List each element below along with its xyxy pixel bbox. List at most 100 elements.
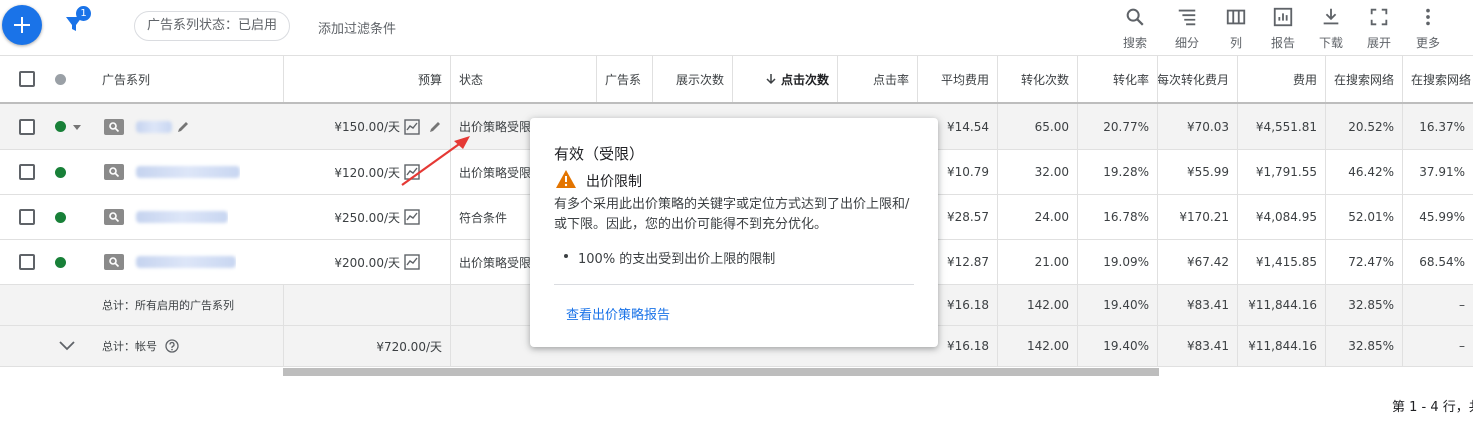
search-share-1-cell: 20.52%	[1325, 104, 1402, 149]
campaign-name-cell[interactable]	[104, 104, 190, 149]
row-checkbox[interactable]	[19, 254, 35, 270]
col-budget[interactable]: 预算	[283, 56, 450, 102]
status-popover: 有效（受限） 出价限制 有多个采用此出价策略的关键字或定位方式达到了出价上限和/…	[530, 118, 938, 347]
row-checkbox[interactable]	[19, 164, 35, 180]
more-vert-icon	[1426, 8, 1430, 26]
campaign-name-redacted	[136, 256, 236, 268]
budget-cell[interactable]: ¥200.00/天	[283, 240, 450, 284]
download-button[interactable]: 下载	[1309, 6, 1353, 51]
more-label: 更多	[1415, 36, 1440, 50]
search-share-2-cell: 37.91%	[1402, 150, 1473, 194]
status-cell[interactable]	[55, 104, 82, 149]
campaign-name-redacted	[136, 166, 240, 178]
enabled-dot	[55, 211, 66, 223]
total-budget-cell	[283, 285, 450, 325]
create-button[interactable]	[2, 5, 42, 45]
search-share-2-cell: 16.37%	[1402, 104, 1473, 149]
popover-description: 有多个采用此出价策略的关键字或定位方式达到了出价上限和/或下限。因此，您的出价可…	[554, 197, 910, 232]
columns-icon	[1226, 9, 1246, 25]
conv-rate-cell: 19.40%	[1077, 285, 1157, 325]
segment-button[interactable]: 细分	[1165, 6, 1209, 51]
col-status[interactable]: 状态	[450, 56, 596, 102]
conversions-cell: 142.00	[997, 285, 1077, 325]
col-clicks-label: 点击次数	[780, 72, 829, 87]
col-ad-type[interactable]: 广告系	[596, 56, 652, 102]
segment-icon	[1178, 9, 1196, 26]
bid-strategy-report-link[interactable]: 查看出价策略报告	[566, 304, 670, 323]
segment-label: 细分	[1174, 36, 1199, 50]
campaign-name-redacted	[136, 120, 172, 133]
add-filter-button[interactable]: 添加过滤条件	[318, 18, 396, 37]
edit-pencil-icon[interactable]	[176, 120, 190, 134]
row-checkbox-cell[interactable]	[19, 240, 35, 284]
help-circle-icon[interactable]	[165, 339, 179, 353]
col-conv-rate[interactable]: 转化率	[1077, 56, 1157, 102]
search-share-1-cell: 52.01%	[1325, 195, 1402, 239]
col-cost[interactable]: 费用	[1237, 56, 1325, 102]
row-checkbox-cell[interactable]	[19, 104, 35, 149]
row-checkbox-cell[interactable]	[19, 150, 35, 194]
search-label: 搜索	[1122, 36, 1147, 50]
budget-value: ¥120.00/天	[334, 165, 400, 180]
search-campaign-icon	[104, 209, 124, 225]
more-button[interactable]: 更多	[1406, 6, 1450, 51]
col-search-share-2[interactable]: 在搜索网络	[1402, 56, 1473, 102]
status-cell[interactable]	[55, 240, 66, 284]
row-checkbox[interactable]	[19, 209, 35, 225]
status-cell[interactable]	[55, 150, 66, 194]
total-account-cell: 总计：帐号	[102, 326, 179, 366]
cost-per-conv-cell: ¥55.99	[1157, 150, 1237, 194]
trend-chart-icon[interactable]	[404, 254, 420, 270]
expand-cell[interactable]	[58, 326, 76, 366]
status-cell[interactable]	[55, 195, 66, 239]
expand-button[interactable]: 展开	[1357, 6, 1401, 51]
campaign-name-cell[interactable]	[104, 150, 240, 194]
campaign-name-cell[interactable]	[104, 195, 228, 239]
horizontal-scrollbar[interactable]	[283, 368, 1159, 376]
columns-button[interactable]: 列	[1214, 6, 1258, 51]
search-button[interactable]: 搜索	[1113, 6, 1157, 51]
cost-per-conv-cell: ¥83.41	[1157, 285, 1237, 325]
download-label: 下载	[1318, 36, 1343, 50]
filter-chip-campaign-status[interactable]: 广告系列状态：已启用	[134, 11, 291, 41]
select-all-checkbox-cell[interactable]	[19, 56, 35, 102]
col-search-share-1[interactable]: 在搜索网络	[1325, 56, 1402, 102]
popover-subtitle: 出价限制	[586, 174, 642, 190]
trend-chart-icon[interactable]	[404, 209, 420, 225]
conv-rate-cell: 16.78%	[1077, 195, 1157, 239]
col-impressions[interactable]: 展示次数	[652, 56, 732, 102]
search-share-1-cell: 72.47%	[1325, 240, 1402, 284]
select-all-checkbox[interactable]	[19, 71, 35, 87]
col-avg-cost[interactable]: 平均费用	[917, 56, 997, 102]
chevron-down-icon[interactable]	[58, 340, 76, 352]
warning-icon	[556, 170, 576, 188]
col-cost-per-conv[interactable]: 每次转化费月	[1157, 56, 1237, 102]
row-checkbox[interactable]	[19, 118, 35, 135]
col-conversions[interactable]: 转化次数	[997, 56, 1077, 102]
campaign-name-cell[interactable]	[104, 240, 236, 284]
col-ctr[interactable]: 点击率	[837, 56, 917, 102]
cost-cell: ¥4,084.95	[1237, 195, 1325, 239]
sort-arrow-down-icon	[766, 74, 776, 85]
cost-cell: ¥11,844.16	[1237, 326, 1325, 366]
conv-rate-cell: 19.40%	[1077, 326, 1157, 366]
search-share-2-cell: –	[1402, 285, 1473, 325]
enabled-dot	[55, 121, 66, 132]
download-icon	[1323, 8, 1339, 25]
col-campaign[interactable]: 广告系列	[102, 56, 150, 102]
status-dot-header	[55, 56, 66, 102]
enabled-dot	[55, 166, 66, 178]
row-checkbox-cell[interactable]	[19, 195, 35, 239]
popover-bullet: 100% 的支出受到出价上限的限制	[563, 248, 775, 267]
enabled-dot	[55, 256, 66, 268]
budget-cell[interactable]: ¥250.00/天	[283, 195, 450, 239]
search-share-2-cell: 45.99%	[1402, 195, 1473, 239]
conversions-cell: 32.00	[997, 150, 1077, 194]
reports-button[interactable]: 报告	[1261, 6, 1305, 51]
budget-value: ¥150.00/天	[334, 120, 400, 134]
toolbar: 1 广告系列状态：已启用 添加过滤条件 搜索 细分 列 报告 下载 展开 更多	[0, 0, 1473, 55]
col-clicks[interactable]: 点击次数	[732, 56, 837, 102]
expand-label: 展开	[1366, 36, 1391, 50]
total-label: 总计：帐号	[102, 340, 157, 353]
cost-cell: ¥11,844.16	[1237, 285, 1325, 325]
